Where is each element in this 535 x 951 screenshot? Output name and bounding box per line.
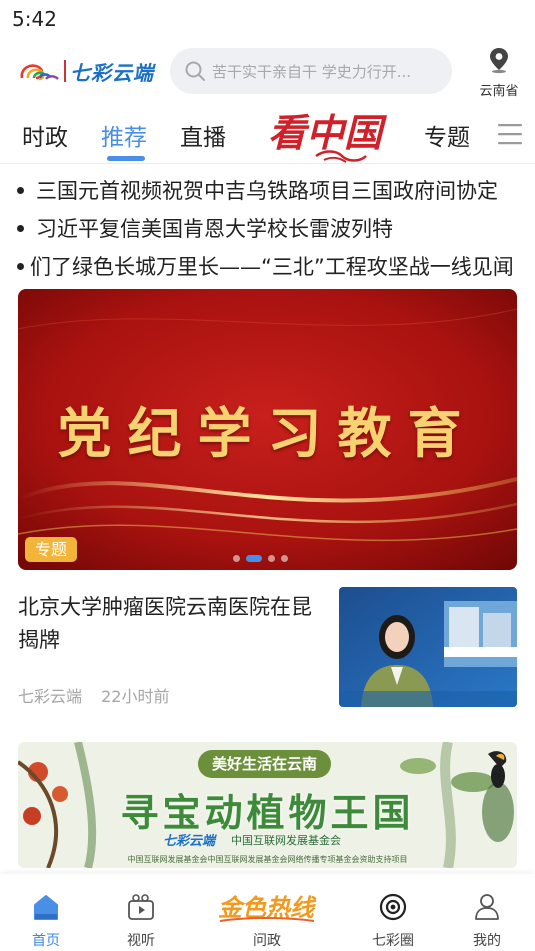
tab-recommend[interactable]: 推荐 <box>101 118 147 152</box>
promo-pill: 美好生活在云南 <box>198 750 332 778</box>
menu-icon[interactable] <box>497 122 523 146</box>
app-logo[interactable]: 七彩云端 <box>16 54 154 88</box>
news-time: 22小时前 <box>101 687 170 706</box>
headline-item[interactable]: 们了绿色长城万里长——“三北”工程攻坚战一线见闻 <box>0 247 535 285</box>
logo-divider <box>64 60 66 82</box>
tab-topics[interactable]: 专题 <box>424 118 470 152</box>
promo-logos: 七彩云端 中国互联网发展基金会 <box>163 830 342 850</box>
promo-title: 寻宝动植物王国 <box>120 790 415 835</box>
home-icon <box>34 895 58 920</box>
headline-item[interactable]: 三国元首视频祝贺中吉乌铁路项目三国政府间协定 <box>0 171 535 209</box>
promo-logo-qicai: 七彩云端 <box>163 834 216 849</box>
nav-home[interactable]: 首页 <box>6 874 86 951</box>
headline-list: 三国元首视频祝贺中吉乌铁路项目三国政府间协定 习近平复信美国肯恩大学校长雷波列特… <box>0 170 535 288</box>
headline-text: 们了绿色长城万里长——“三北”工程攻坚战一线见闻 <box>30 255 514 279</box>
nav-wenzheng-label: 问政 <box>253 933 281 949</box>
news-title: 北京大学肿瘤医院云南医院在昆揭牌 <box>18 595 312 652</box>
location-selector[interactable]: 云南省 <box>474 46 524 99</box>
banner-carousel[interactable]: 党纪学习教育 专题 <box>18 289 517 570</box>
channel-tabs: 时政 推荐 直播 看中国 专题 <box>0 102 535 164</box>
jinse-rexian-logo: 金色热线 <box>218 893 317 922</box>
search-placeholder: 苦干实干亲自干 学史力行开... <box>212 62 412 81</box>
news-list-item[interactable]: 北京大学肿瘤医院云南医院在昆揭牌 七彩云端 22小时前 <box>0 585 535 715</box>
bottom-navigation: 首页 视听 金色热线 问政 七彩圈 我的 <box>0 874 535 951</box>
news-meta: 七彩云端 22小时前 <box>18 683 183 707</box>
logo-text: 七彩云端 <box>70 60 154 85</box>
carousel-dot[interactable] <box>268 555 275 562</box>
nav-home-label: 首页 <box>32 933 60 949</box>
kan-zhongguo-logo: 看中国 <box>268 110 388 163</box>
headline-text: 三国元首视频祝贺中吉乌铁路项目三国政府间协定 <box>36 179 498 203</box>
status-bar: 5:42 <box>0 0 535 38</box>
search-bar[interactable]: 苦干实干亲自干 学史力行开... <box>170 48 452 94</box>
carousel-indicator <box>233 555 288 562</box>
search-icon <box>185 61 205 81</box>
tab-live[interactable]: 直播 <box>180 118 226 152</box>
promo-logo-foundation: 中国互联网发展基金会 <box>231 833 342 847</box>
nav-qicaiquan[interactable]: 七彩圈 <box>353 874 433 951</box>
location-label: 云南省 <box>479 84 519 99</box>
kan-zhongguo-tab[interactable]: 看中国 <box>262 106 388 164</box>
location-pin-icon <box>490 48 508 74</box>
status-time: 5:42 <box>12 7 57 31</box>
rainbow-logo-icon <box>20 64 59 81</box>
bullet-icon <box>17 262 24 270</box>
section-divider <box>0 723 535 731</box>
bullet-icon <box>17 224 24 232</box>
circle-icon <box>379 893 407 921</box>
carousel-dot[interactable] <box>233 555 240 562</box>
nav-qicaiquan-label: 七彩圈 <box>372 933 414 949</box>
video-icon <box>128 894 154 920</box>
nav-video[interactable]: 视听 <box>101 874 181 951</box>
carousel-dot[interactable] <box>281 555 288 562</box>
promo-footnote: 中国互联网发展基金会中国互联网发展基金会网络传播专项基金会资助支持项目 <box>127 855 408 864</box>
user-icon <box>475 894 499 920</box>
banner-title: 党纪学习教育 <box>57 401 478 465</box>
promo-banner[interactable]: 美好生活在云南 寻宝动植物王国 七彩云端 中国互联网发展基金会 中国互联网发展基… <box>18 742 517 868</box>
brand-title-text: 看中国 <box>268 110 388 155</box>
app-header: 七彩云端 苦干实干亲自干 学史力行开... 云南省 <box>0 40 535 102</box>
headline-item[interactable]: 习近平复信美国肯恩大学校长雷波列特 <box>0 209 535 247</box>
bullet-icon <box>17 186 24 194</box>
news-thumbnail <box>339 587 517 707</box>
nav-video-label: 视听 <box>127 933 155 949</box>
nav-mine[interactable]: 我的 <box>447 874 527 951</box>
news-anchor-image <box>339 587 517 707</box>
tab-politics[interactable]: 时政 <box>22 118 68 152</box>
headline-text: 习近平复信美国肯恩大学校长雷波列特 <box>36 217 393 241</box>
nav-wenzheng[interactable]: 金色热线 问政 <box>212 874 322 951</box>
carousel-dot-active[interactable] <box>246 555 262 562</box>
news-source: 七彩云端 <box>18 687 83 706</box>
active-tab-indicator <box>107 156 145 161</box>
nav-mine-label: 我的 <box>473 933 501 949</box>
topic-badge: 专题 <box>25 537 78 562</box>
